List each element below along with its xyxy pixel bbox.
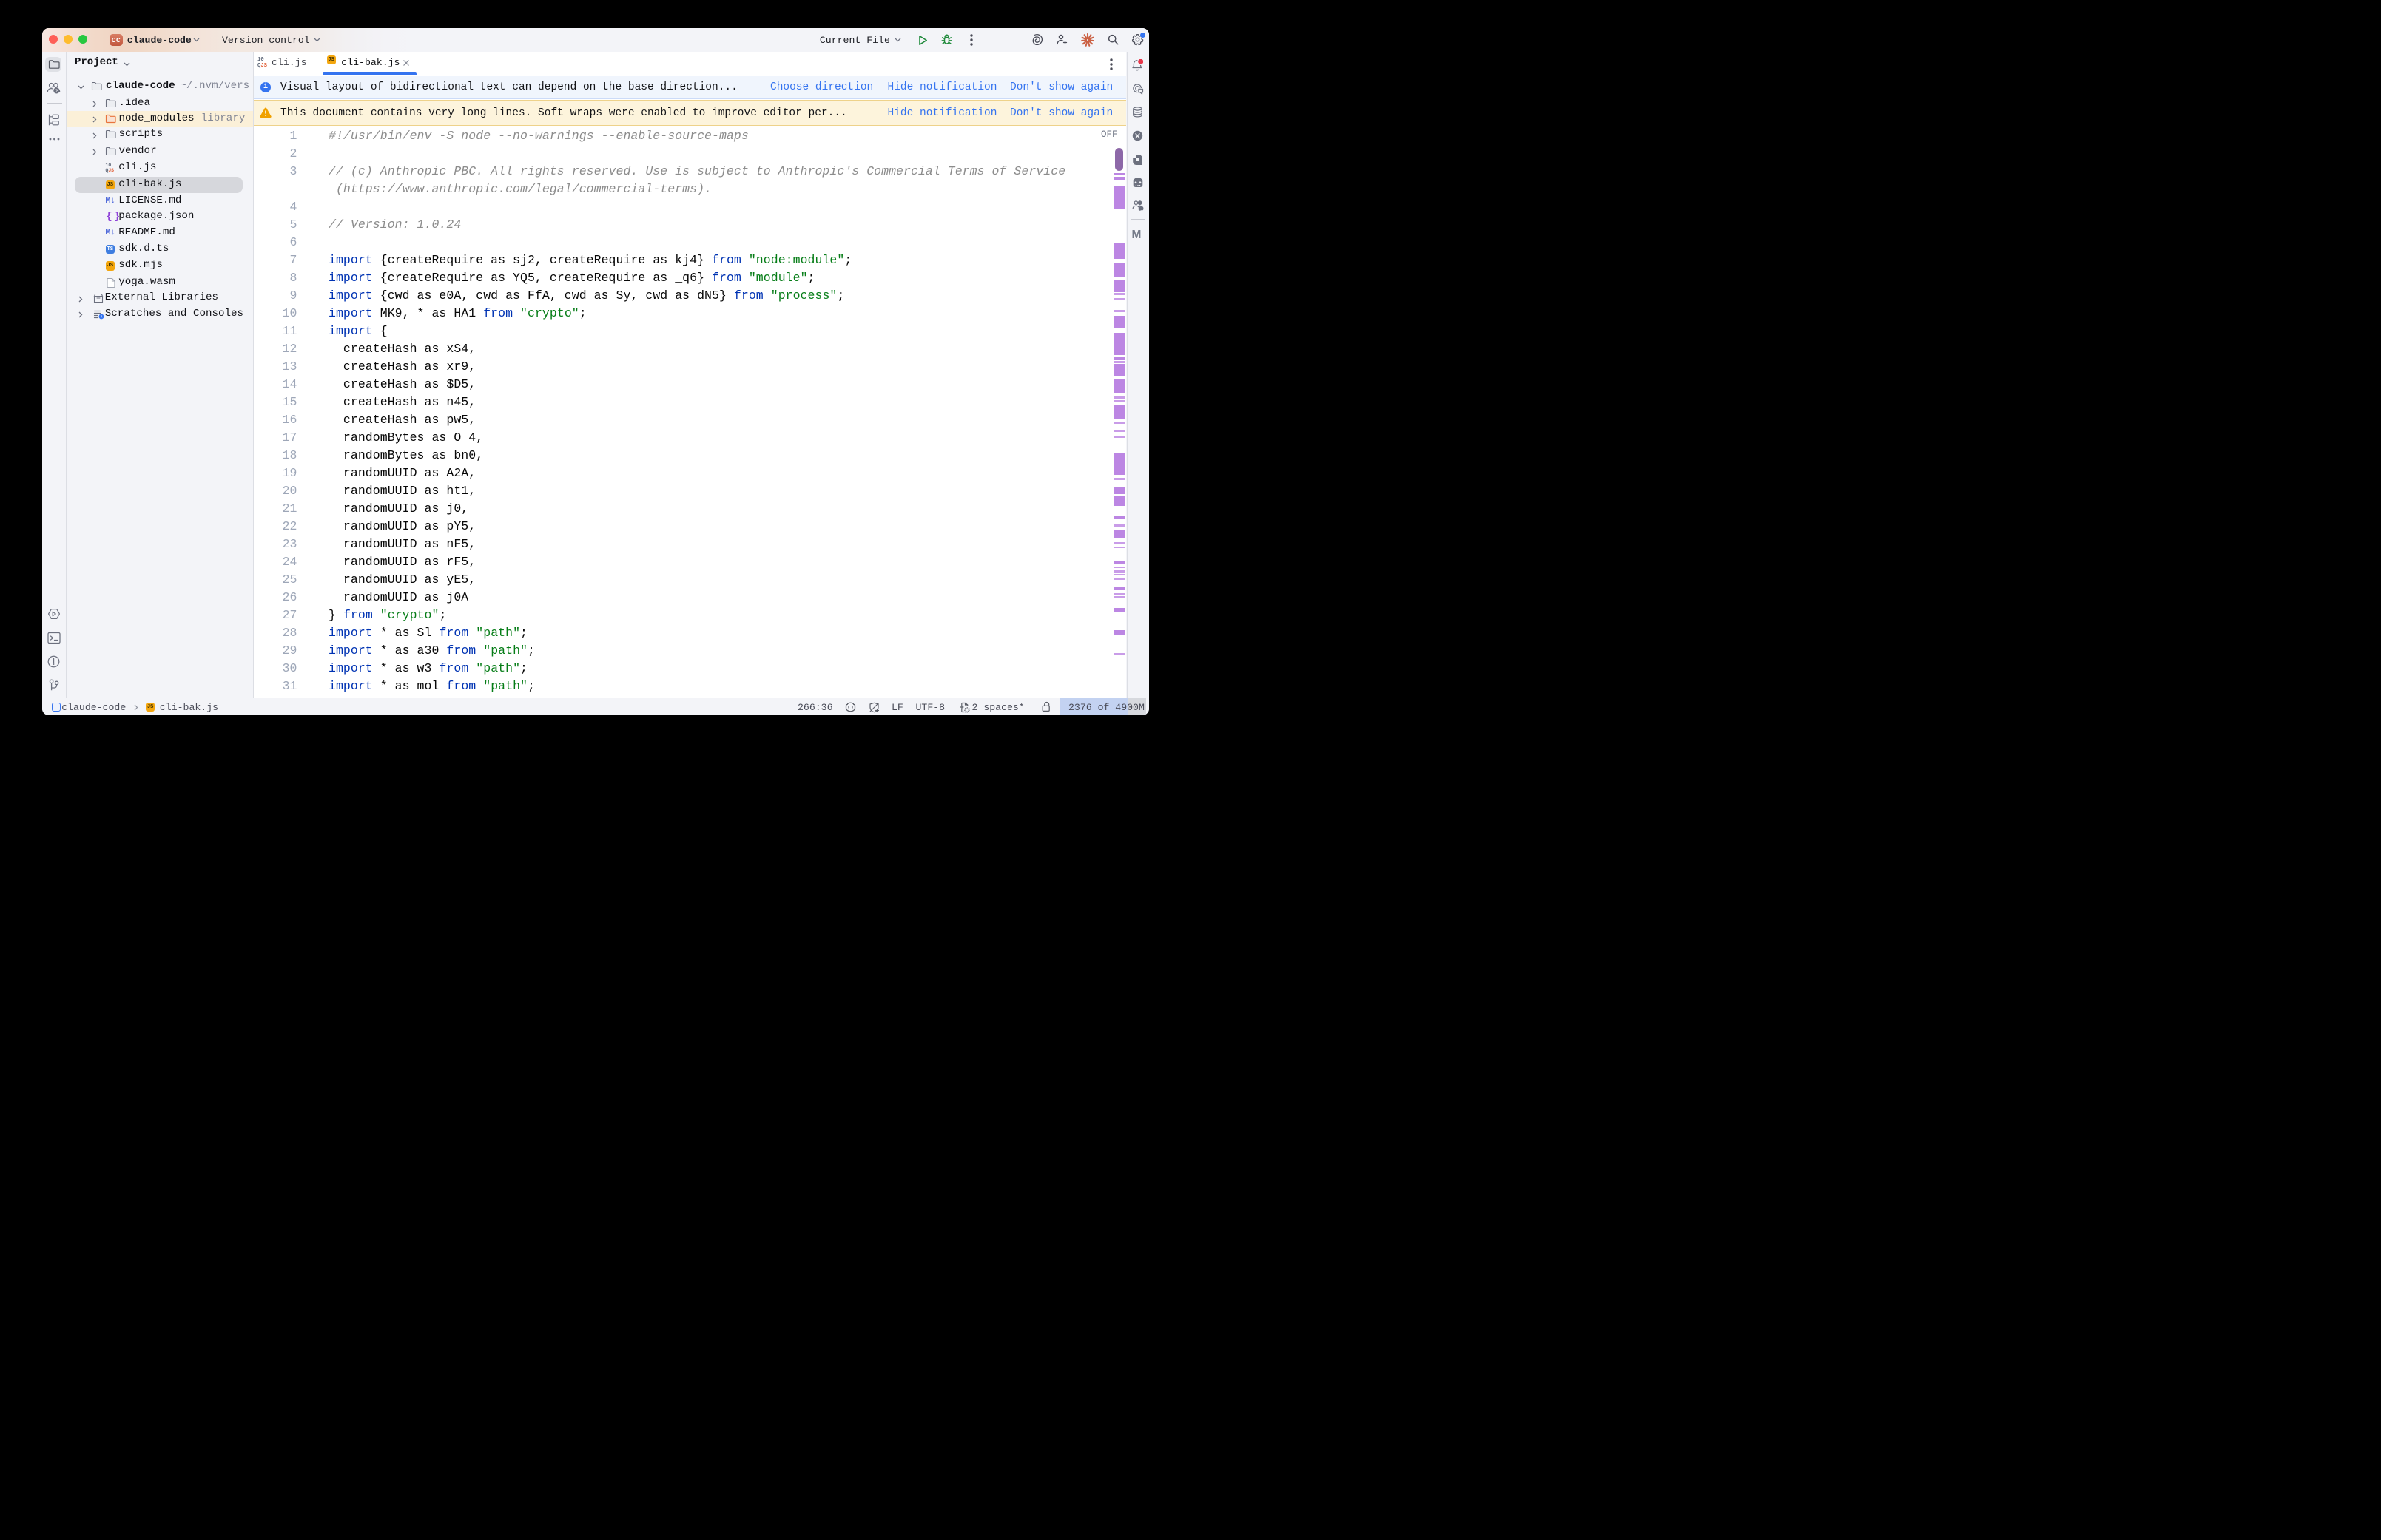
- svg-text:?: ?: [55, 89, 58, 94]
